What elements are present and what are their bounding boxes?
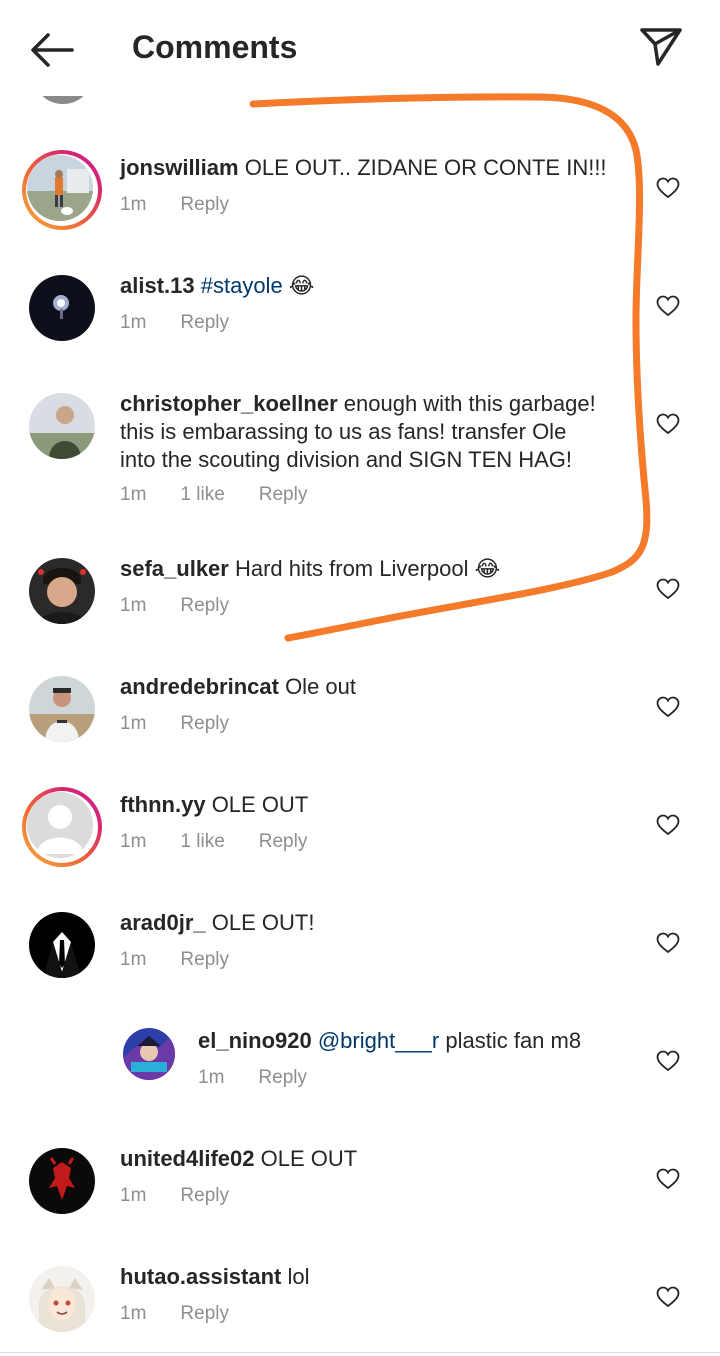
reply-button[interactable]: Reply: [180, 713, 229, 734]
avatar[interactable]: [22, 669, 102, 749]
comment-username[interactable]: sefa_ulker: [120, 556, 229, 581]
like-count[interactable]: 1 like: [180, 831, 224, 852]
hashtag-link[interactable]: #stayole: [201, 273, 283, 298]
comment-username[interactable]: jonswilliam: [120, 155, 239, 180]
heart-outline-icon[interactable]: [656, 1286, 680, 1308]
comment-username[interactable]: alist.13: [120, 273, 195, 298]
comment-username[interactable]: el_nino920: [198, 1028, 312, 1053]
reply-button[interactable]: Reply: [259, 831, 308, 852]
comment-text: OLE OUT: [260, 1146, 358, 1171]
avatar[interactable]: [22, 1141, 102, 1221]
comment-text: this is embarassing to us as fans! trans…: [120, 419, 567, 444]
divider: [0, 1352, 720, 1353]
avatar[interactable]: [22, 551, 102, 631]
comment-username[interactable]: fthnn.yy: [120, 792, 206, 817]
heart-outline-icon[interactable]: [656, 578, 680, 600]
arrow-left-icon: [31, 33, 74, 67]
share-button[interactable]: [636, 24, 686, 70]
comment-text: OLE OUT!: [211, 910, 315, 935]
heart-outline-icon[interactable]: [656, 814, 680, 836]
heart-outline-icon[interactable]: [656, 932, 680, 954]
avatar[interactable]: [22, 905, 102, 985]
comment-username[interactable]: hutao.assistant: [120, 1264, 281, 1289]
comment-text: plastic fan m8: [439, 1028, 582, 1053]
comment-text: enough with this garbage!: [343, 391, 596, 416]
comment-time: 1m: [120, 484, 147, 505]
page-title: Comments: [132, 29, 298, 65]
avatar[interactable]: [22, 1259, 102, 1339]
comment-text: Hard hits from Liverpool 😂: [234, 556, 501, 581]
avatar[interactable]: [22, 268, 102, 348]
heart-outline-icon[interactable]: [656, 413, 680, 435]
comment-text: OLE OUT.. ZIDANE OR CONTE IN!!!: [244, 155, 607, 180]
header-bar: Comments: [0, 0, 720, 96]
comment-text: OLE OUT: [211, 792, 309, 817]
comment-time: 1m: [120, 831, 147, 852]
comment-time: 1m: [120, 713, 147, 734]
mention-link[interactable]: @bright___r: [318, 1028, 439, 1053]
avatar[interactable]: [22, 787, 102, 867]
comment-time: 1m: [120, 595, 147, 616]
comment-time: 1m: [120, 949, 147, 970]
avatar[interactable]: [22, 386, 102, 466]
reply-button[interactable]: Reply: [180, 1185, 229, 1206]
back-button[interactable]: [26, 26, 78, 74]
reply-button[interactable]: Reply: [180, 595, 229, 616]
heart-outline-icon[interactable]: [656, 696, 680, 718]
avatar[interactable]: [118, 1023, 178, 1083]
comment-time: 1m: [120, 312, 147, 333]
like-count[interactable]: 1 like: [180, 484, 224, 505]
comment-text: Ole out: [285, 674, 356, 699]
comment-username[interactable]: andredebrincat: [120, 674, 279, 699]
comment-time: 1m: [120, 1303, 147, 1324]
reply-button[interactable]: Reply: [180, 1303, 229, 1324]
comment-username[interactable]: christopher_koellner: [120, 391, 338, 416]
reply-button[interactable]: Reply: [180, 312, 229, 333]
comment-time: 1m: [120, 1185, 147, 1206]
comment-time: 1m: [198, 1067, 225, 1088]
comment-text: lol: [287, 1264, 310, 1289]
reply-button[interactable]: Reply: [258, 1067, 307, 1088]
heart-outline-icon[interactable]: [656, 295, 680, 317]
reply-button[interactable]: Reply: [259, 484, 308, 505]
paper-plane-icon: [640, 28, 682, 66]
heart-outline-icon[interactable]: [656, 177, 680, 199]
comment-username[interactable]: united4life02: [120, 1146, 254, 1171]
comment-time: 1m: [120, 194, 147, 215]
comment-text: 😂: [282, 273, 315, 298]
comment-username[interactable]: arad0jr_: [120, 910, 206, 935]
reply-button[interactable]: Reply: [180, 194, 229, 215]
avatar[interactable]: [22, 150, 102, 230]
reply-button[interactable]: Reply: [180, 949, 229, 970]
comment-text: into the scouting division and SIGN TEN …: [120, 447, 573, 472]
heart-outline-icon[interactable]: [656, 1050, 680, 1072]
heart-outline-icon[interactable]: [656, 1168, 680, 1190]
